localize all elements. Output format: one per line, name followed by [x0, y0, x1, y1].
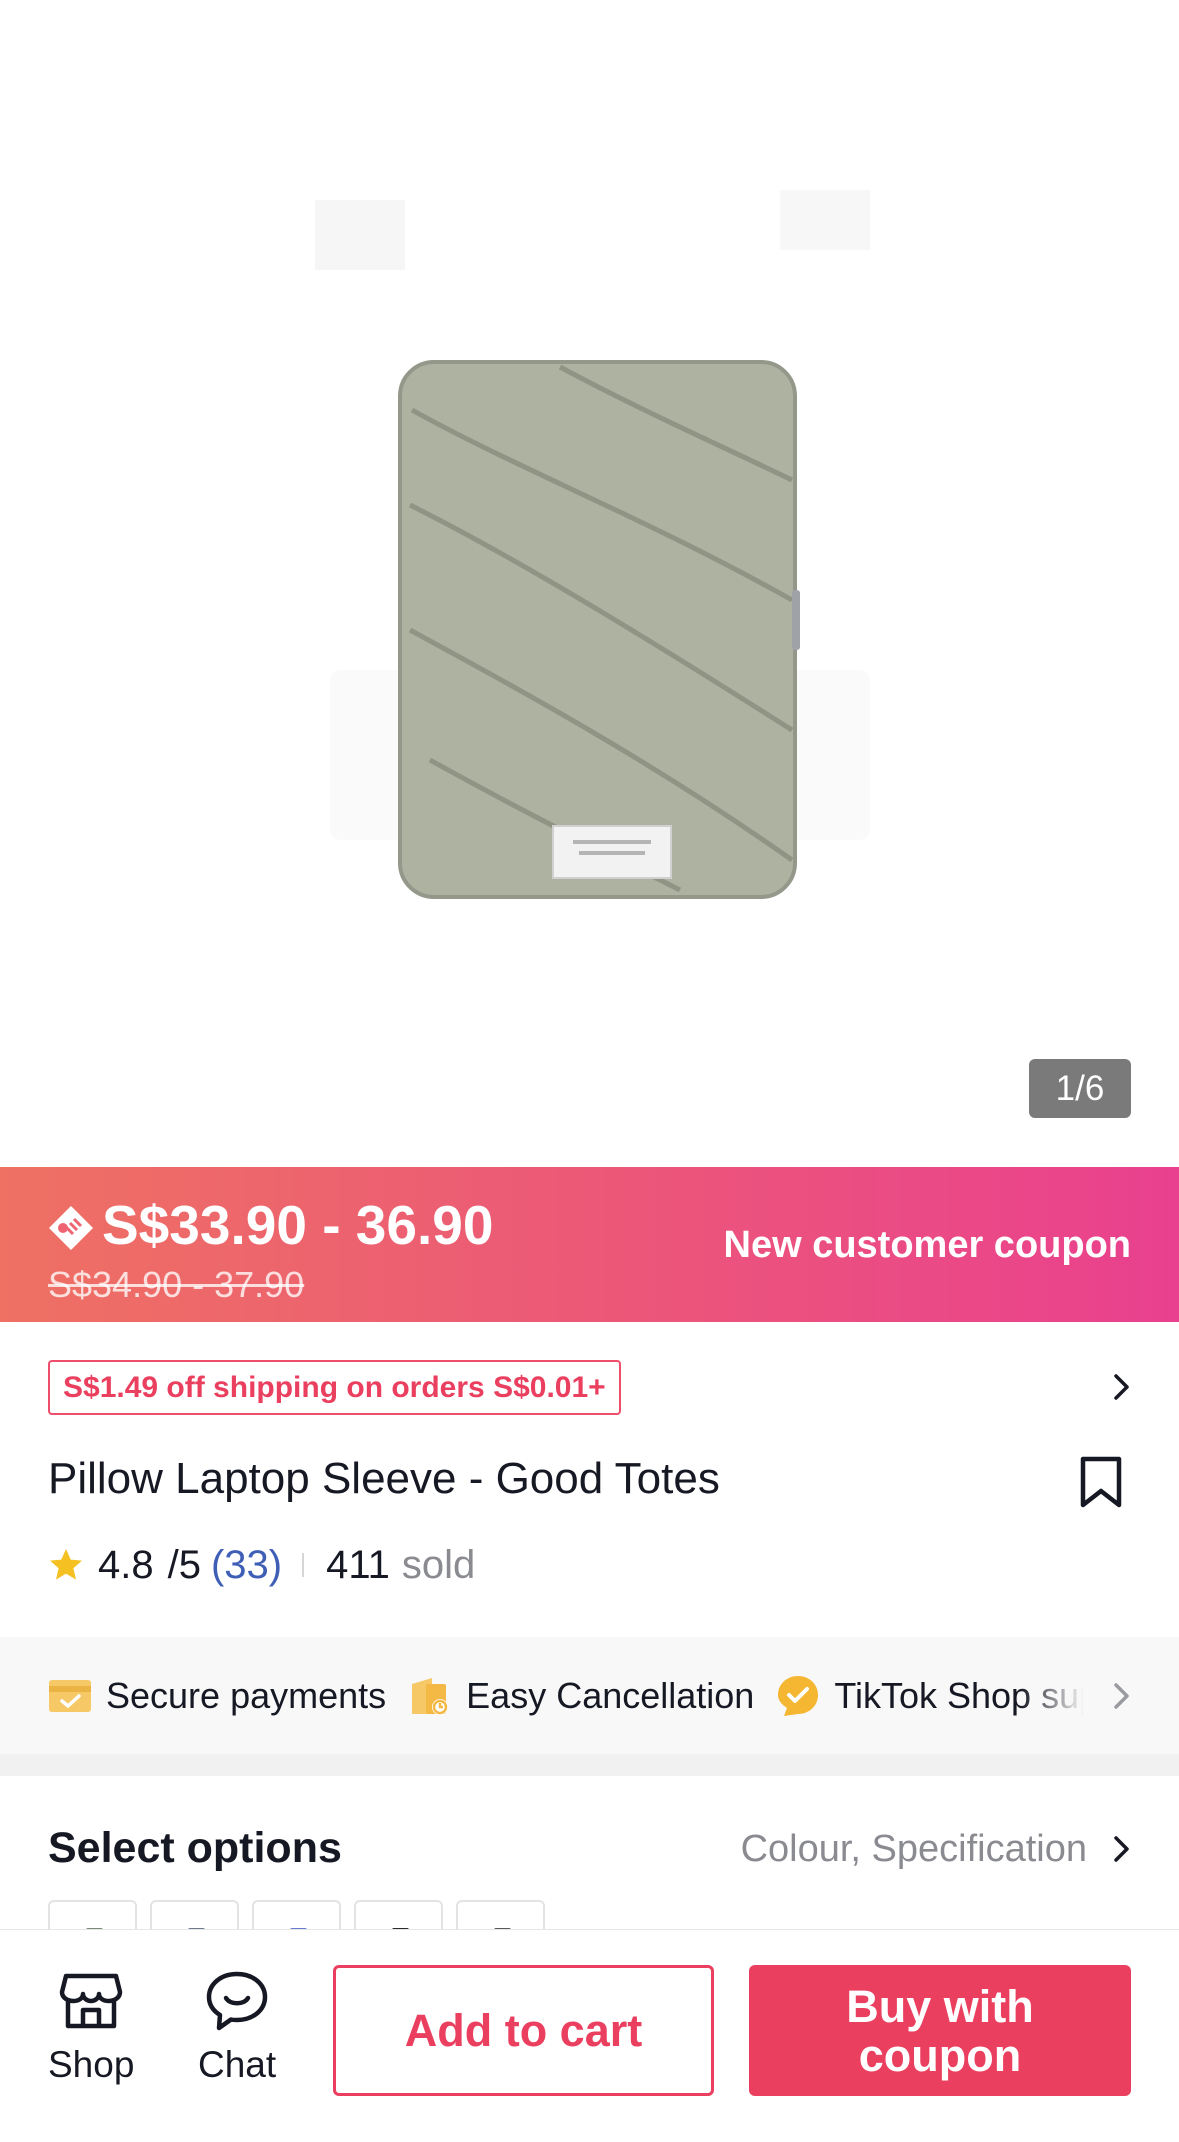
chat-label: Chat [198, 2044, 277, 2085]
rating-max: /5 [167, 1542, 201, 1587]
chevron-right-icon[interactable] [1104, 1832, 1138, 1866]
option-swatch[interactable] [456, 1900, 545, 1930]
fade-overlay [1020, 1637, 1100, 1754]
product-image [0, 0, 1179, 1167]
chat-icon [206, 1971, 268, 2031]
option-swatch[interactable] [354, 1900, 443, 1930]
shop-label: Shop [48, 2044, 135, 2085]
bookmark-icon[interactable] [1078, 1455, 1124, 1509]
buy-with-coupon-button[interactable]: Buy with coupon [749, 1965, 1131, 2096]
option-swatches [48, 1900, 1148, 1930]
chevron-right-icon[interactable] [1104, 1370, 1138, 1404]
select-options-title[interactable]: Select options [48, 1822, 342, 1874]
options-summary[interactable]: Colour, Specification [741, 1825, 1087, 1873]
divider [302, 1553, 305, 1577]
original-price: S$34.90 - 37.90 [48, 1264, 305, 1305]
shop-guarantees-strip[interactable]: Secure payments Easy Cancellation TikTok… [0, 1637, 1179, 1754]
section-divider [0, 1754, 1179, 1776]
chat-button[interactable]: Chat [198, 1968, 276, 2086]
product-title: Pillow Laptop Sleeve - Good Totes [48, 1454, 720, 1503]
current-price: S$33.90 - 36.90 [102, 1194, 494, 1256]
option-swatch[interactable] [48, 1900, 137, 1930]
new-customer-coupon[interactable]: New customer coupon [724, 1222, 1132, 1268]
price-tag-icon [49, 1206, 93, 1250]
review-count[interactable]: (33) [211, 1543, 282, 1588]
feature-easy-cancellation: Easy Cancellation [408, 1674, 754, 1718]
shop-icon [59, 1973, 123, 2029]
image-counter: 1/6 [1029, 1059, 1131, 1118]
easy-cancellation-icon [412, 1677, 449, 1715]
tiktok-shop-icon [778, 1675, 819, 1716]
star-icon [50, 1549, 82, 1580]
chevron-right-icon[interactable] [1104, 1679, 1138, 1713]
feature-secure-payments: Secure payments [48, 1674, 386, 1718]
option-swatch[interactable] [150, 1900, 239, 1930]
secure-payment-icon [49, 1679, 91, 1712]
sold-label: sold [401, 1542, 476, 1587]
sold-count: 411 [326, 1542, 390, 1587]
feature-label: Secure payments [106, 1674, 387, 1716]
option-swatch[interactable] [252, 1900, 341, 1930]
rating-score: 4.8 [98, 1542, 154, 1587]
shipping-discount-badge[interactable]: S$1.49 off shipping on orders S$0.01+ [48, 1360, 621, 1415]
add-to-cart-button[interactable]: Add to cart [333, 1965, 714, 2096]
shop-button[interactable]: Shop [48, 1968, 134, 2086]
rating-row[interactable]: 4.8 /5 (33) 411 sold [48, 1537, 475, 1593]
product-image-gallery[interactable]: 1/6 [0, 0, 1179, 1167]
feature-label: Easy Cancellation [466, 1674, 755, 1716]
